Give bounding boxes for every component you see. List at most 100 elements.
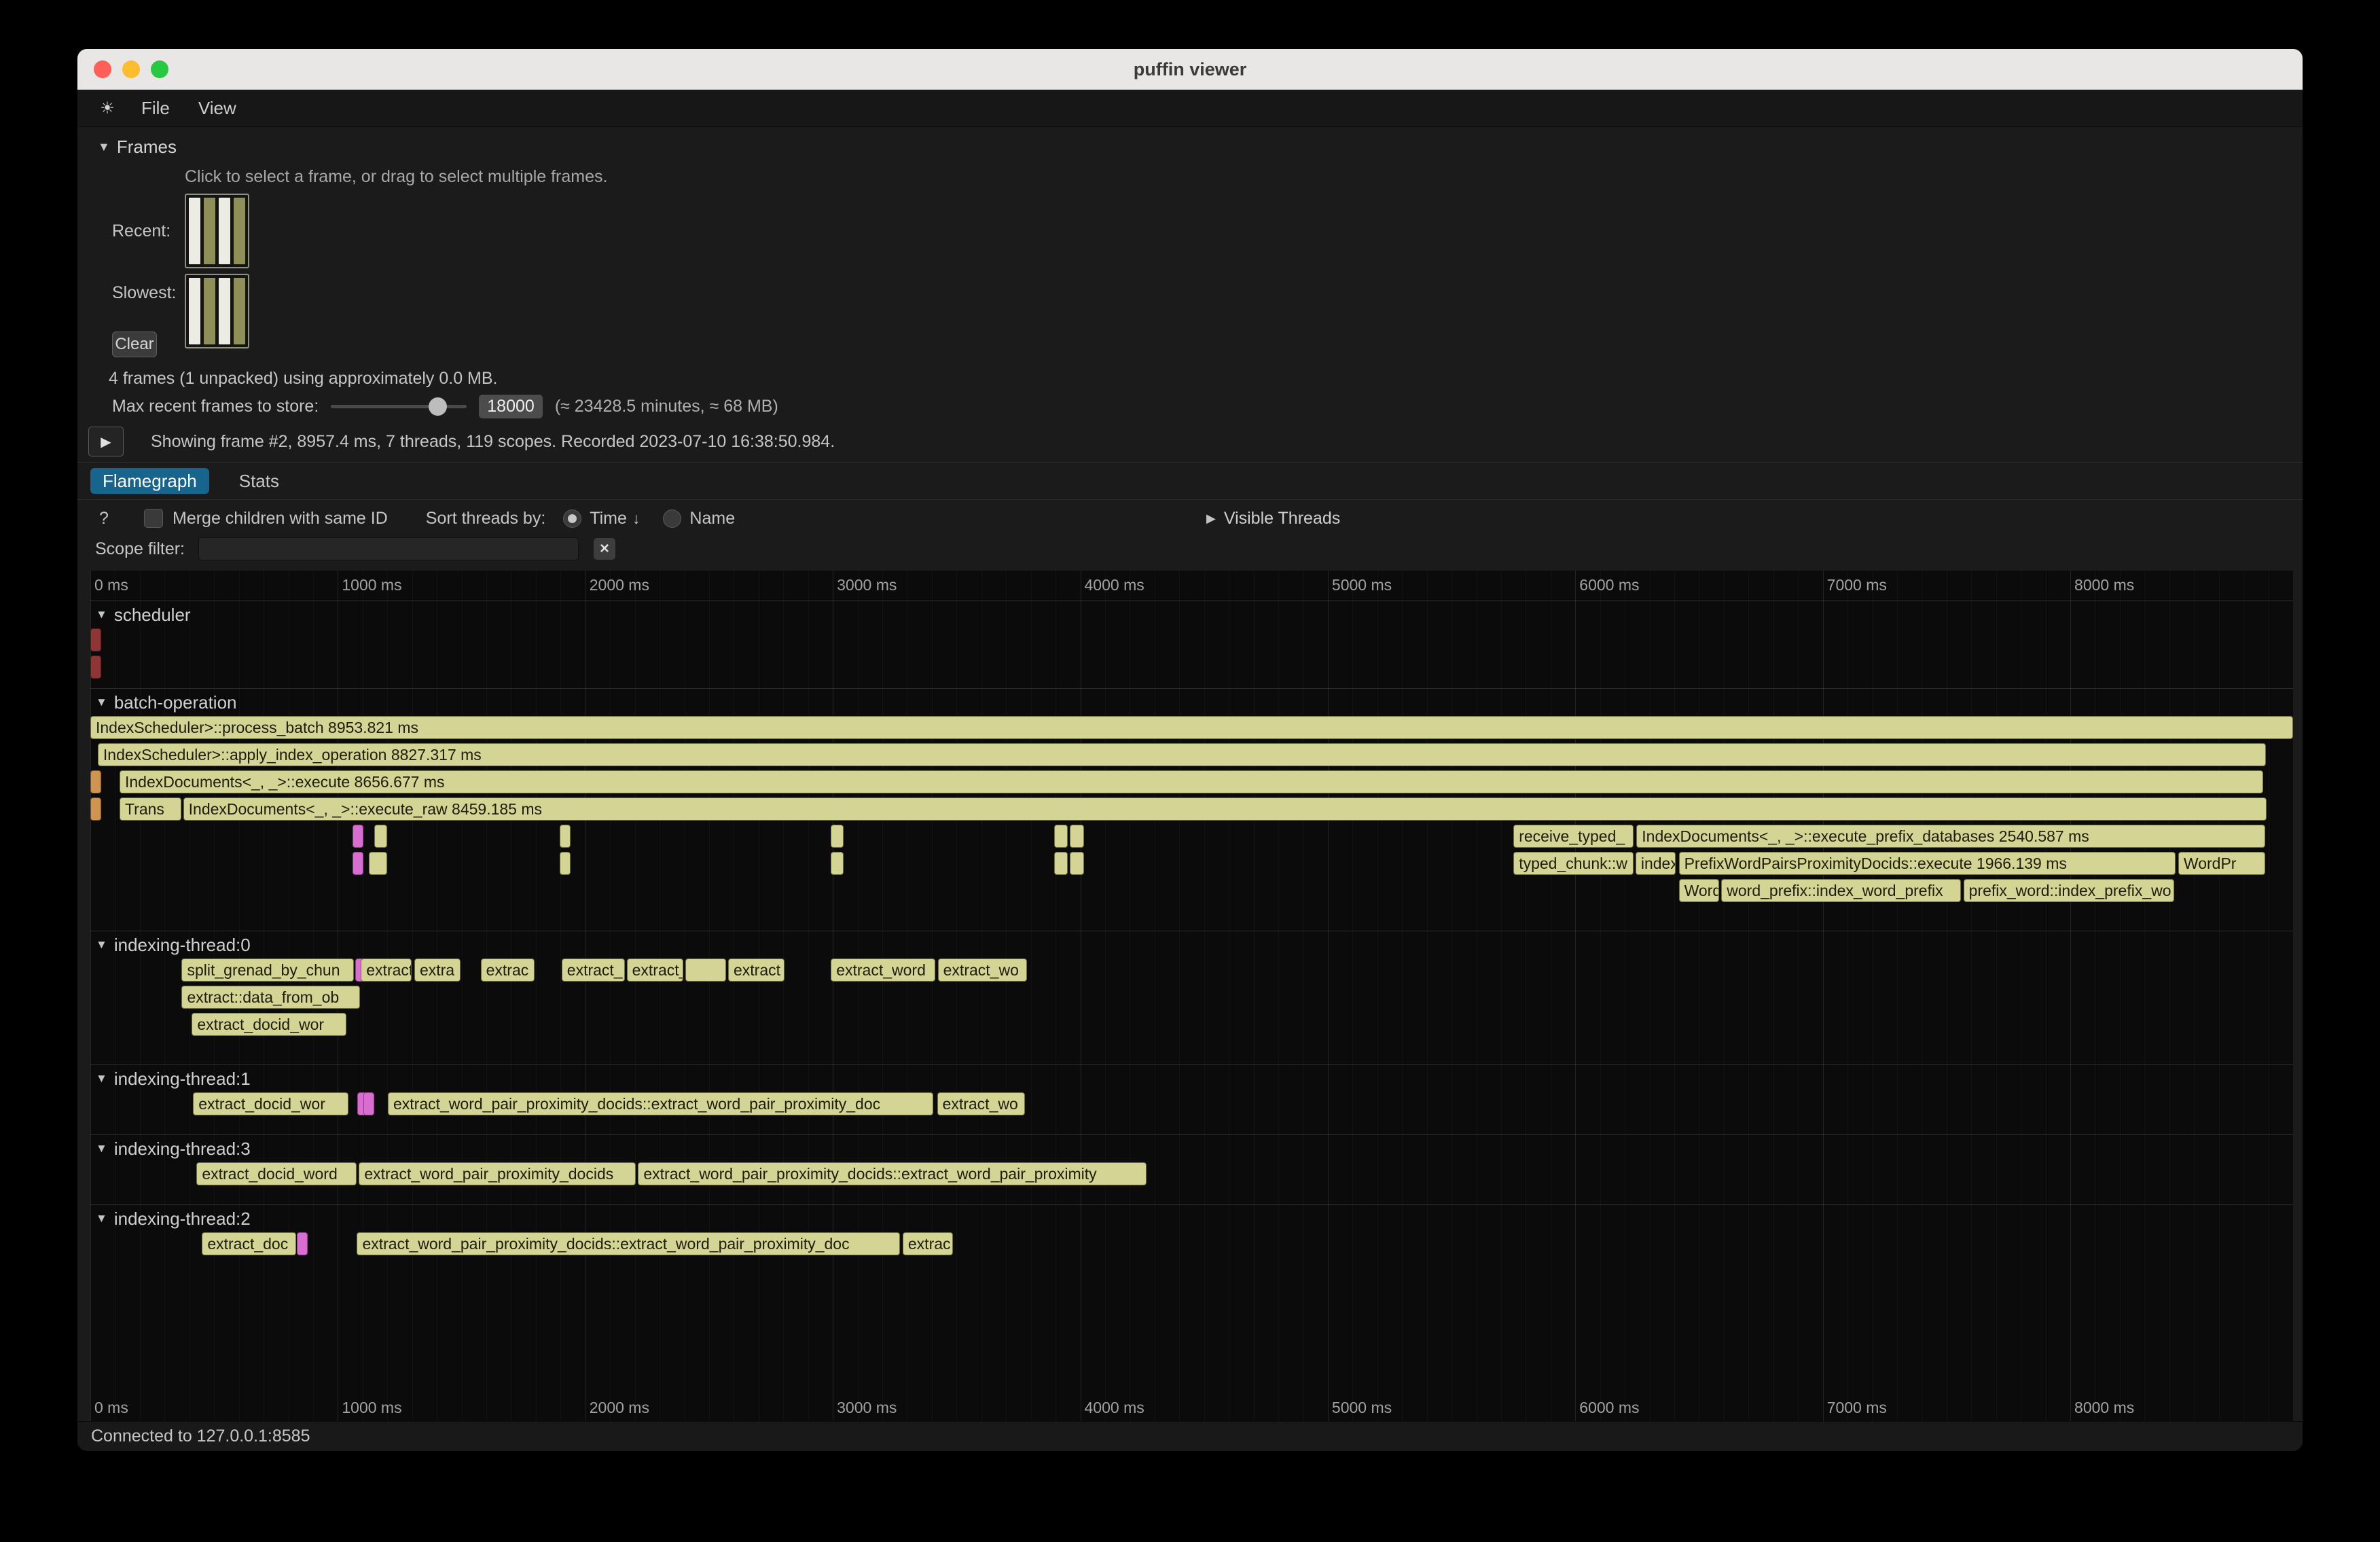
scope-bar[interactable]: extract_docid_wor xyxy=(192,1013,346,1036)
scope-bar[interactable]: extract_docid_word xyxy=(196,1162,357,1185)
scope-filter-label: Scope filter: xyxy=(95,539,185,559)
help-button[interactable]: ? xyxy=(95,509,113,528)
scope-bar[interactable] xyxy=(1054,825,1068,848)
sort-name-option[interactable]: Name xyxy=(663,509,735,528)
frame-thumbnail-bar[interactable] xyxy=(219,198,230,264)
frame-thumbnail-bar[interactable] xyxy=(204,278,215,344)
scope-bar[interactable]: Trans xyxy=(120,797,181,821)
scope-bar[interactable]: extract_ xyxy=(627,958,683,982)
thread-header[interactable]: ▼batch-operation xyxy=(90,689,2293,716)
scope-bar[interactable]: extrac xyxy=(481,958,535,982)
frames-header[interactable]: ▼ Frames xyxy=(77,135,2303,158)
scope-bar[interactable]: IndexDocuments<_, _>::execute_raw 8459.1… xyxy=(183,797,2267,821)
sort-time-option[interactable]: Time ↓ xyxy=(563,509,640,528)
scope-bar[interactable] xyxy=(831,852,844,875)
scope-bar[interactable]: extract_word xyxy=(831,958,935,982)
tab-stats[interactable]: Stats xyxy=(227,468,291,494)
thread-header[interactable]: ▼scheduler xyxy=(90,601,2293,628)
thread-name: batch-operation xyxy=(114,692,237,713)
scope-bar[interactable] xyxy=(353,825,363,848)
scope-bar[interactable]: extrac xyxy=(903,1232,953,1255)
scope-bar[interactable]: PrefixWordPairsProximityDocids::execute … xyxy=(1679,852,2176,875)
slowest-frames-thumbnail[interactable] xyxy=(185,274,249,348)
frame-thumbnail-bar[interactable] xyxy=(189,278,200,344)
scope-bar[interactable]: split_grenad_by_chun xyxy=(181,958,354,982)
thread-section: ▼indexing-thread:0split_grenad_by_chunex… xyxy=(90,931,2293,1064)
scope-bar[interactable]: IndexScheduler>::apply_index_operation 8… xyxy=(98,743,2266,766)
scope-bar[interactable] xyxy=(560,852,571,875)
frame-thumbnail-bar[interactable] xyxy=(219,278,230,344)
thread-header[interactable]: ▼indexing-thread:3 xyxy=(90,1135,2293,1162)
scope-bar[interactable]: typed_chunk::w xyxy=(1513,852,1633,875)
thread-header[interactable]: ▼indexing-thread:1 xyxy=(90,1065,2293,1092)
scope-bar[interactable]: extract_wo xyxy=(937,1092,1026,1115)
scope-bar[interactable]: receive_typed_ xyxy=(1513,825,1633,848)
scope-bar[interactable]: WordPr xyxy=(2178,852,2265,875)
flamegraph-canvas[interactable]: 0 ms1000 ms2000 ms3000 ms4000 ms5000 ms6… xyxy=(90,571,2293,1421)
close-button[interactable] xyxy=(94,60,111,78)
scope-bar[interactable]: index xyxy=(1636,852,1676,875)
connection-status: Connected to 127.0.0.1:8585 xyxy=(91,1427,310,1446)
scope-bar[interactable]: extract_word_pair_proximity_docids::extr… xyxy=(388,1092,933,1115)
scope-bar[interactable]: extract_docid_wor xyxy=(193,1092,348,1115)
scope-bar[interactable]: extract xyxy=(728,958,785,982)
slider-knob[interactable] xyxy=(429,397,447,416)
scope-bar[interactable] xyxy=(374,825,387,848)
scope-bar[interactable] xyxy=(90,628,101,651)
sort-direction-icon[interactable]: ↓ xyxy=(632,509,641,528)
scope-bar[interactable]: extra xyxy=(414,958,461,982)
frame-thumbnail-bar[interactable] xyxy=(234,198,245,264)
sort-time-radio[interactable] xyxy=(563,509,581,528)
clear-filter-button[interactable]: × xyxy=(594,538,615,560)
scope-bar[interactable] xyxy=(363,1092,374,1115)
frame-thumbnail-bar[interactable] xyxy=(234,278,245,344)
scope-bar[interactable]: IndexDocuments<_, _>::execute 8656.677 m… xyxy=(120,770,2263,793)
scope-bar[interactable] xyxy=(90,797,101,821)
tab-flamegraph[interactable]: Flamegraph xyxy=(90,468,209,494)
scope-bar[interactable]: extract_word_pair_proximity_docids xyxy=(359,1162,636,1185)
menu-file[interactable]: File xyxy=(132,95,179,122)
scope-bar[interactable]: extract_word_pair_proximity_docids::extr… xyxy=(638,1162,1147,1185)
max-frames-slider[interactable] xyxy=(331,394,467,418)
zoom-button[interactable] xyxy=(151,60,168,78)
scope-bar[interactable] xyxy=(90,770,101,793)
scope-bar[interactable]: extract xyxy=(361,958,412,982)
scope-bar[interactable] xyxy=(560,825,571,848)
frame-thumbnail-bar[interactable] xyxy=(189,198,200,264)
scope-bar[interactable]: extract_wo xyxy=(938,958,1028,982)
scope-bar[interactable]: Word xyxy=(1679,879,1719,902)
scope-bar[interactable]: extract_ xyxy=(562,958,625,982)
scope-bar[interactable]: extract_word_pair_proximity_docids::extr… xyxy=(357,1232,899,1255)
merge-children-checkbox[interactable] xyxy=(144,509,163,528)
scope-bar[interactable] xyxy=(1070,825,1083,848)
minimize-button[interactable] xyxy=(122,60,140,78)
scope-bar[interactable] xyxy=(1054,852,1068,875)
scope-filter-input[interactable] xyxy=(198,537,579,560)
sort-name-radio[interactable] xyxy=(663,509,681,528)
play-button[interactable]: ▶ xyxy=(88,427,124,456)
scope-bar[interactable]: IndexScheduler>::process_batch 8953.821 … xyxy=(90,716,2293,739)
thread-header[interactable]: ▼indexing-thread:2 xyxy=(90,1205,2293,1232)
menu-view[interactable]: View xyxy=(189,95,246,122)
visible-threads-toggle[interactable]: ▶ Visible Threads xyxy=(1206,507,1340,530)
scope-bar[interactable] xyxy=(353,852,363,875)
app-window: puffin viewer ☀ File View ▼ Frames Click… xyxy=(77,49,2303,1451)
max-frames-value[interactable]: 18000 xyxy=(479,395,543,418)
scope-bar[interactable]: prefix_word::index_prefix_wo xyxy=(1964,879,2174,902)
thread-header[interactable]: ▼indexing-thread:0 xyxy=(90,931,2293,958)
scope-bar[interactable]: word_prefix::index_word_prefix xyxy=(1721,879,1961,902)
recent-frames-thumbnail[interactable] xyxy=(185,194,249,268)
scope-bar[interactable] xyxy=(1070,852,1083,875)
scope-bar[interactable] xyxy=(685,958,726,982)
scope-bar[interactable] xyxy=(831,825,844,848)
scope-bar[interactable]: extract::data_from_ob xyxy=(181,986,360,1009)
theme-toggle-icon[interactable]: ☀ xyxy=(92,98,122,118)
scope-bar[interactable] xyxy=(90,656,101,679)
frame-thumbnail-bar[interactable] xyxy=(204,198,215,264)
scope-bar[interactable]: extract_doc xyxy=(202,1232,295,1255)
thread-name: indexing-thread:1 xyxy=(114,1069,251,1090)
scope-bar[interactable]: IndexDocuments<_, _>::execute_prefix_dat… xyxy=(1636,825,2265,848)
clear-button[interactable]: Clear xyxy=(112,331,157,357)
scope-bar[interactable] xyxy=(369,852,387,875)
scope-bar[interactable] xyxy=(297,1232,308,1255)
